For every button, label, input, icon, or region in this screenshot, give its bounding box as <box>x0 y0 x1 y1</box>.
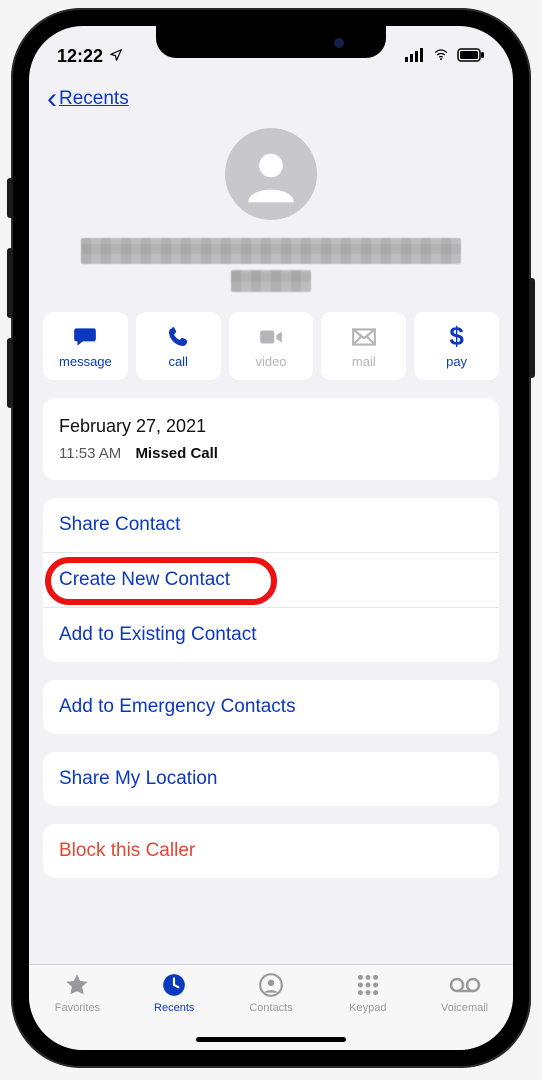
battery-icon <box>457 46 485 67</box>
add-emergency-item[interactable]: Add to Emergency Contacts <box>43 680 499 734</box>
history-date: February 27, 2021 <box>59 416 483 437</box>
tab-favorites[interactable]: Favorites <box>29 971 126 1050</box>
home-indicator[interactable] <box>196 1037 346 1042</box>
location-icon <box>109 46 123 67</box>
tab-bar: Favorites Recents Contacts <box>29 964 513 1050</box>
add-emergency-label: Add to Emergency Contacts <box>59 696 296 717</box>
tab-voicemail-label: Voicemail <box>441 1002 488 1014</box>
phone-icon <box>166 324 190 350</box>
person-icon <box>251 971 291 999</box>
pay-button[interactable]: $ pay <box>414 312 499 380</box>
quick-actions: message call video mail $ <box>29 300 513 398</box>
mail-label: mail <box>352 354 376 369</box>
message-label: message <box>59 354 112 369</box>
star-icon <box>57 971 97 999</box>
pay-icon: $ <box>449 324 463 350</box>
history-entry: 11:53 AM Missed Call <box>59 445 483 462</box>
emergency-card: Add to Emergency Contacts <box>43 680 499 734</box>
voicemail-icon <box>445 971 485 999</box>
back-label: Recents <box>59 88 129 110</box>
video-icon <box>258 324 284 350</box>
volume-down-button <box>7 338 13 408</box>
chevron-left-icon: ‹ <box>47 84 57 114</box>
tab-recents-label: Recents <box>154 1002 194 1014</box>
share-contact-item[interactable]: Share Contact <box>43 498 499 552</box>
pay-label: pay <box>446 354 467 369</box>
history-time: 11:53 AM <box>59 445 121 462</box>
power-button <box>529 278 535 378</box>
block-caller-label: Block this Caller <box>59 840 195 861</box>
tab-keypad-label: Keypad <box>349 1002 386 1014</box>
share-contact-label: Share Contact <box>59 514 180 535</box>
call-button[interactable]: call <box>136 312 221 380</box>
tab-voicemail[interactable]: Voicemail <box>416 971 513 1050</box>
video-label: video <box>255 354 286 369</box>
call-label: call <box>168 354 188 369</box>
block-card: Block this Caller <box>43 824 499 878</box>
message-button[interactable]: message <box>43 312 128 380</box>
share-location-item[interactable]: Share My Location <box>43 752 499 806</box>
keypad-icon <box>348 971 388 999</box>
mute-switch <box>7 178 13 218</box>
back-button[interactable]: ‹ Recents <box>29 74 513 124</box>
contact-name-redacted <box>59 238 483 292</box>
create-new-contact-label: Create New Contact <box>59 569 230 590</box>
create-new-contact-item[interactable]: Create New Contact <box>43 552 499 607</box>
volume-up-button <box>7 248 13 318</box>
clock-icon <box>154 971 194 999</box>
tab-contacts-label: Contacts <box>249 1002 292 1014</box>
screen: 12:22 ‹ Recents <box>29 26 513 1050</box>
phone-frame: 12:22 ‹ Recents <box>11 8 531 1068</box>
block-caller-item[interactable]: Block this Caller <box>43 824 499 878</box>
status-time: 12:22 <box>57 46 103 67</box>
mail-button[interactable]: mail <box>321 312 406 380</box>
message-icon <box>72 324 98 350</box>
notch <box>156 26 386 58</box>
history-type: Missed Call <box>135 445 218 462</box>
wifi-icon <box>431 46 451 67</box>
contact-actions-card: Share Contact Create New Contact Add to … <box>43 498 499 662</box>
mail-icon <box>351 324 377 350</box>
tab-favorites-label: Favorites <box>55 1002 100 1014</box>
contact-avatar <box>225 128 317 220</box>
share-location-card: Share My Location <box>43 752 499 806</box>
share-location-label: Share My Location <box>59 768 217 789</box>
add-existing-contact-item[interactable]: Add to Existing Contact <box>43 607 499 662</box>
call-history-card: February 27, 2021 11:53 AM Missed Call <box>43 398 499 480</box>
cellular-icon <box>405 46 425 67</box>
video-button[interactable]: video <box>229 312 314 380</box>
add-existing-contact-label: Add to Existing Contact <box>59 624 257 645</box>
